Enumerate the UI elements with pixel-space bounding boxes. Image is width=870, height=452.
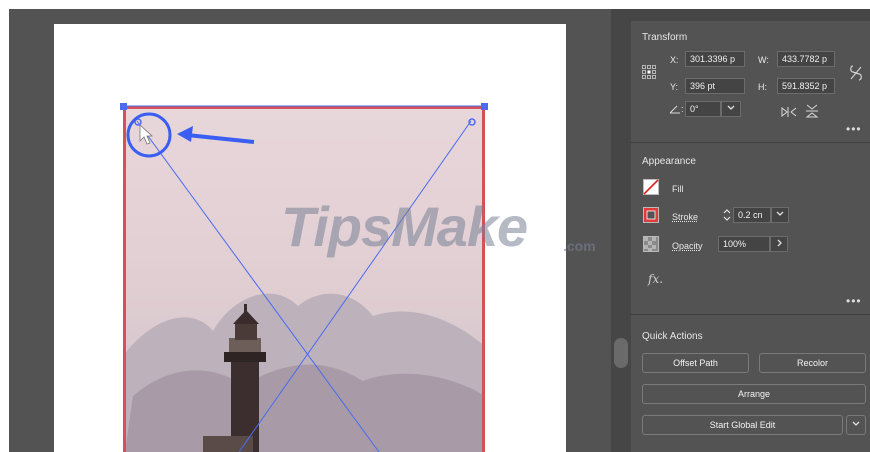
scrollbar-thumb[interactable] — [614, 338, 628, 368]
effects-fx-button[interactable]: fx. — [648, 272, 663, 286]
watermark-suffix: .com — [563, 238, 596, 254]
angle-icon — [669, 105, 680, 114]
flip-vertical-icon[interactable] — [805, 104, 819, 118]
stroke-stepper-icon[interactable] — [722, 208, 732, 222]
stroke-weight-field[interactable]: 0.2 cn — [733, 207, 771, 223]
chevron-down-icon — [776, 211, 784, 216]
opacity-expand-button[interactable] — [770, 236, 788, 252]
global-edit-options-button[interactable] — [846, 415, 866, 435]
canvas[interactable]: TipsMake .com — [9, 9, 611, 452]
x-field[interactable]: 301.3396 p — [685, 51, 745, 67]
flip-horizontal-icon[interactable] — [781, 106, 797, 118]
fill-label: Fill — [672, 184, 684, 194]
opacity-label[interactable]: Opacity — [672, 241, 703, 251]
offset-path-button[interactable]: Offset Path — [642, 353, 749, 373]
arrange-button[interactable]: Arrange — [642, 384, 866, 404]
properties-panel: Transform X: 301.3396 p W: 433.7782 p Y:… — [631, 9, 870, 452]
appearance-more-icon[interactable]: ••• — [846, 294, 862, 308]
transform-more-icon[interactable]: ••• — [846, 122, 862, 136]
w-label: W: — [758, 55, 769, 65]
recolor-button[interactable]: Recolor — [759, 353, 866, 373]
opacity-icon[interactable] — [643, 236, 659, 252]
x-label: X: — [670, 55, 679, 65]
fill-none-icon[interactable] — [643, 179, 659, 195]
angle-colon: : — [681, 104, 684, 114]
cursor-icon — [139, 124, 154, 145]
w-field[interactable]: 433.7782 p — [777, 51, 835, 67]
transform-title: Transform — [642, 32, 688, 43]
chevron-down-icon — [852, 421, 860, 426]
h-field[interactable]: 591.8352 p — [777, 78, 835, 94]
stroke-label[interactable]: Stroke — [672, 212, 698, 222]
start-global-edit-button[interactable]: Start Global Edit — [642, 415, 843, 435]
chevron-down-icon — [727, 105, 735, 110]
separator-2 — [631, 314, 870, 315]
separator-1 — [631, 142, 870, 143]
panel-header-strip — [631, 9, 870, 21]
y-label: Y: — [670, 82, 679, 92]
arrow-icon — [177, 126, 193, 142]
reference-point-icon[interactable] — [642, 65, 656, 79]
angle-dropdown[interactable] — [721, 101, 741, 117]
watermark-brand: TipsMake — [281, 195, 528, 258]
y-field[interactable]: 396 pt — [685, 78, 745, 94]
chevron-right-icon — [777, 239, 782, 247]
app-window: TipsMake .com Transform X: 301.3396 p W:… — [0, 0, 870, 452]
watermark: TipsMake .com — [281, 194, 611, 264]
opacity-field[interactable]: 100% — [718, 236, 770, 252]
diagonal-guide-2 — [238, 120, 472, 452]
constrain-proportions-icon[interactable] — [849, 64, 863, 82]
corner-handle-top-left[interactable] — [120, 103, 127, 110]
h-label: H: — [758, 82, 767, 92]
arrow-shaft — [186, 133, 255, 144]
corner-handle-top-right[interactable] — [481, 103, 488, 110]
appearance-title: Appearance — [642, 156, 696, 167]
quick-actions-title: Quick Actions — [642, 331, 703, 342]
panel-divider — [611, 9, 631, 452]
angle-field[interactable]: 0° — [685, 101, 721, 117]
diagonal-guide-1 — [136, 120, 380, 452]
stroke-swatch-icon[interactable] — [643, 207, 659, 223]
stroke-dropdown[interactable] — [771, 207, 789, 223]
